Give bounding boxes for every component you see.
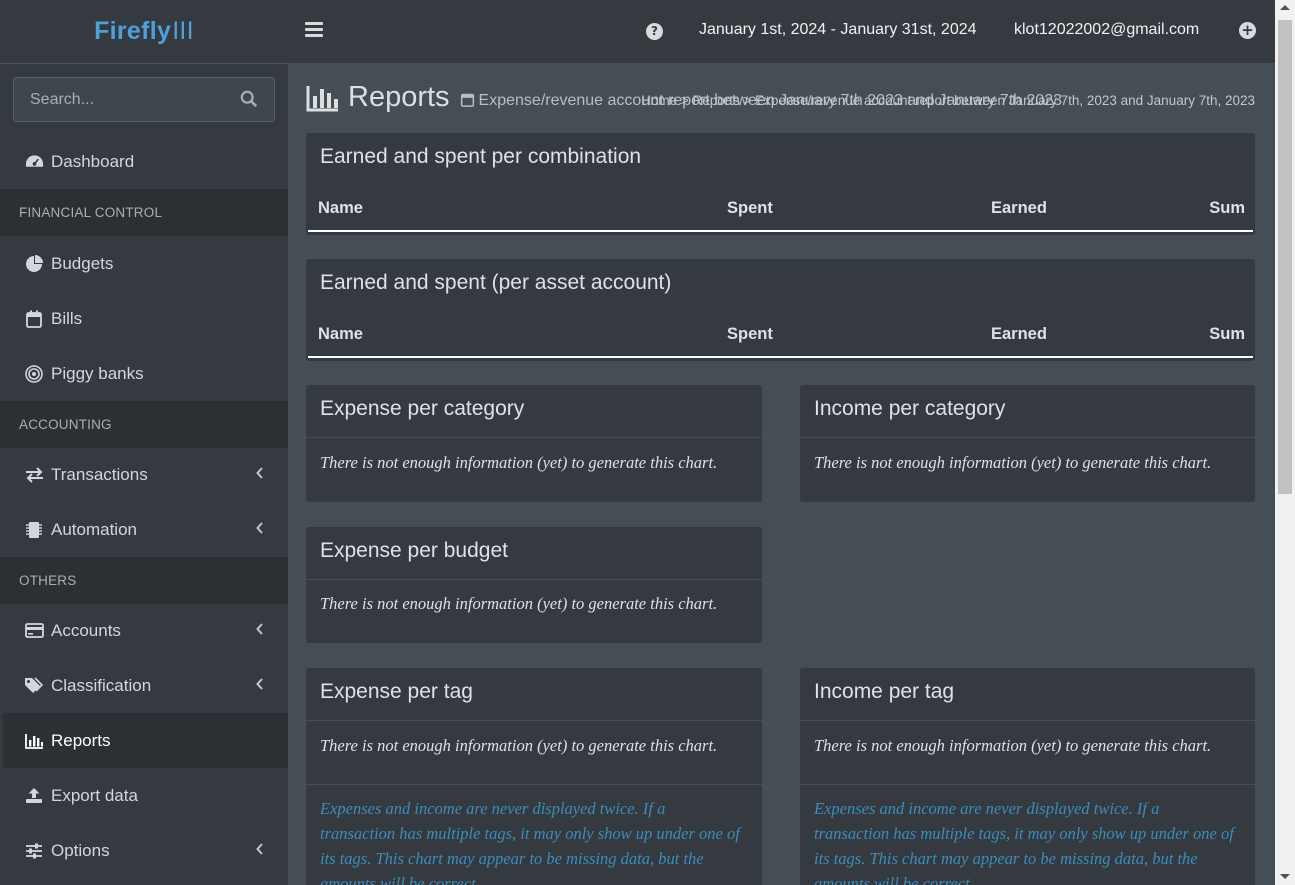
sidebar-item-options[interactable]: Options	[0, 823, 288, 878]
tags-icon	[24, 677, 44, 695]
help-icon[interactable]: ?	[646, 23, 663, 40]
no-data-message: There is not enough information (yet) to…	[814, 453, 1212, 472]
credit-card-icon	[24, 622, 44, 640]
scroll-down-arrow[interactable]	[1280, 874, 1290, 879]
top-navbar: Firefly III ? January 1st, 2024 - January…	[0, 0, 1275, 63]
search-icon[interactable]	[240, 90, 258, 108]
card-expense-per-category: Expense per category There is not enough…	[306, 385, 762, 502]
col-spent[interactable]: Spent	[727, 325, 773, 344]
col-spent[interactable]: Spent	[727, 199, 773, 218]
scroll-up-arrow[interactable]	[1280, 5, 1290, 10]
card-title: Income per category	[814, 397, 1006, 420]
sidebar-item-piggy-banks[interactable]: Piggy banks	[0, 346, 288, 401]
date-range-picker[interactable]: January 1st, 2024 - January 31st, 2024	[699, 21, 977, 39]
card-title: Expense per budget	[320, 539, 508, 562]
no-data-message: There is not enough information (yet) to…	[320, 736, 718, 755]
sidebar-item-dashboard[interactable]: Dashboard	[0, 134, 288, 189]
calendar-icon	[24, 310, 44, 328]
chevron-left-icon	[256, 843, 263, 855]
col-earned[interactable]: Earned	[991, 199, 1047, 218]
chevron-left-icon	[256, 467, 263, 479]
col-earned[interactable]: Earned	[991, 325, 1047, 344]
card-expense-per-tag: Expense per tag There is not enough info…	[306, 668, 762, 885]
card-title: Expense per category	[320, 397, 525, 420]
search-input[interactable]	[14, 90, 234, 109]
target-icon	[24, 364, 44, 383]
section-financial-control: FINANCIAL CONTROL	[0, 189, 288, 236]
sidebar-item-automation[interactable]: Automation	[0, 502, 288, 557]
user-menu[interactable]: klot12022002@gmail.com	[1014, 21, 1199, 39]
upload-icon	[24, 787, 44, 805]
card-earned-spent-asset: Earned and spent (per asset account) Nam…	[306, 259, 1255, 361]
sidebar-item-transactions[interactable]: Transactions	[0, 447, 288, 502]
dashboard-icon	[24, 153, 44, 171]
col-sum[interactable]: Sum	[1209, 325, 1245, 344]
sidebar-search	[13, 77, 275, 122]
sliders-icon	[24, 842, 44, 860]
menu-toggle-icon[interactable]	[305, 22, 323, 38]
sidebar-item-reports[interactable]: Reports	[3, 713, 288, 768]
brand-logo[interactable]: Firefly III	[0, 0, 288, 63]
section-others: OTHERS	[0, 557, 288, 604]
card-income-per-category: Income per category There is not enough …	[800, 385, 1255, 502]
scroll-thumb[interactable]	[1278, 20, 1292, 494]
microchip-icon	[24, 521, 44, 539]
chevron-left-icon	[256, 623, 263, 635]
pie-chart-icon	[24, 254, 44, 273]
no-data-message: There is not enough information (yet) to…	[814, 736, 1212, 755]
tag-note: Expenses and income are never displayed …	[814, 799, 1234, 885]
table-header: Name Spent Earned Sum	[308, 312, 1253, 358]
card-expense-per-budget: Expense per budget There is not enough i…	[306, 527, 762, 643]
chevron-left-icon	[256, 678, 263, 690]
no-data-message: There is not enough information (yet) to…	[320, 594, 718, 613]
table-header: Name Spent Earned Sum	[308, 186, 1253, 232]
sidebar: Dashboard FINANCIAL CONTROL Budgets Bill…	[0, 63, 288, 885]
sidebar-item-bills[interactable]: Bills	[0, 291, 288, 346]
calendar-icon	[460, 93, 474, 107]
card-income-per-tag: Income per tag There is not enough infor…	[800, 668, 1255, 885]
card-title: Expense per tag	[320, 680, 473, 703]
sidebar-item-budgets[interactable]: Budgets	[0, 236, 288, 291]
create-new-icon[interactable]: +	[1239, 22, 1256, 39]
main-content: Reports Expense/revenue account report b…	[288, 63, 1275, 885]
page-scrollbar[interactable]	[1275, 0, 1295, 885]
card-earned-spent-combination: Earned and spent per combination Name Sp…	[306, 133, 1255, 235]
card-title: Income per tag	[814, 680, 955, 703]
chevron-left-icon	[256, 522, 263, 534]
bar-chart-icon	[306, 85, 338, 111]
page-title: Reports	[348, 81, 450, 113]
tag-note: Expenses and income are never displayed …	[320, 799, 740, 885]
exchange-icon	[24, 466, 44, 484]
card-title: Earned and spent per combination	[320, 145, 642, 168]
card-title: Earned and spent (per asset account)	[320, 271, 672, 294]
sidebar-item-accounts[interactable]: Accounts	[0, 603, 288, 658]
col-name[interactable]: Name	[318, 325, 363, 344]
sidebar-item-export-data[interactable]: Export data	[0, 768, 288, 823]
bar-chart-icon	[24, 732, 44, 750]
breadcrumb[interactable]: Home > Reports > Expense/revenue account…	[641, 93, 1255, 108]
sidebar-item-classification[interactable]: Classification	[0, 658, 288, 713]
col-sum[interactable]: Sum	[1209, 199, 1245, 218]
no-data-message: There is not enough information (yet) to…	[320, 453, 718, 472]
section-accounting: ACCOUNTING	[0, 401, 288, 448]
col-name[interactable]: Name	[318, 199, 363, 218]
